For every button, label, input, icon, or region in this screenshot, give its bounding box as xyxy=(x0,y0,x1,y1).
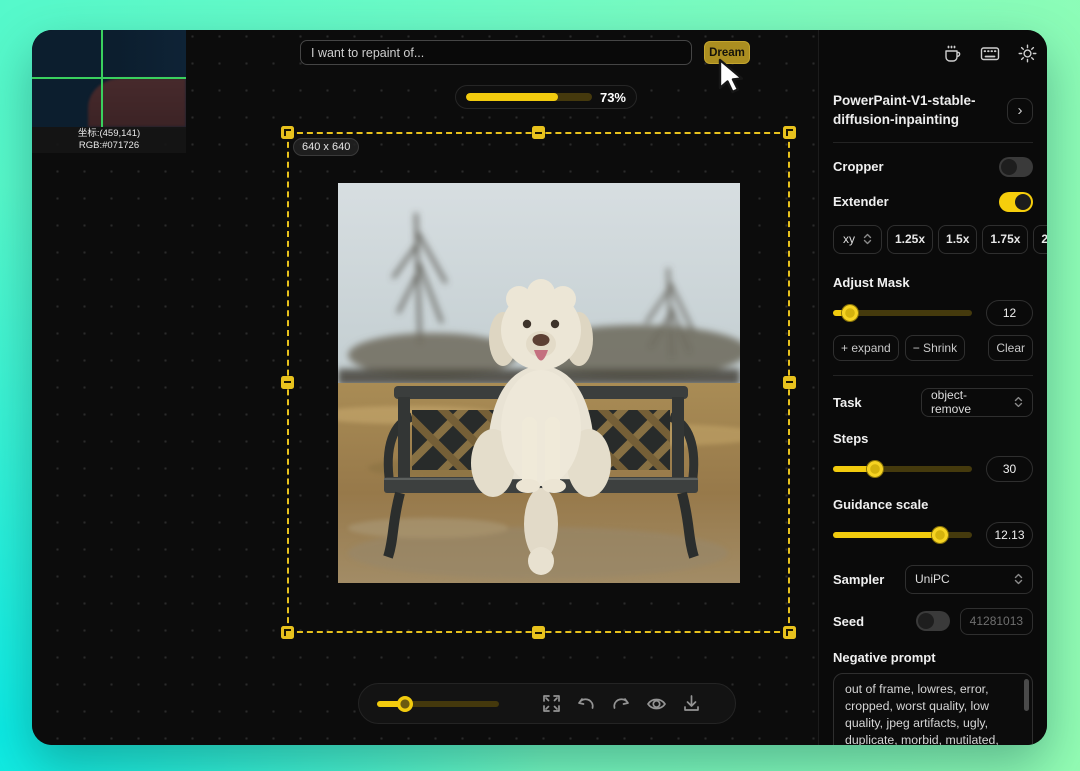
fit-view-icon[interactable] xyxy=(540,693,562,715)
prompt-input[interactable] xyxy=(300,40,692,65)
app-window: Dream 73% 坐标:(459,141) RGB:#071726 640 x… xyxy=(32,30,1047,745)
inspector-coordinate: 坐标:(459,141) xyxy=(78,128,140,140)
negative-prompt-textarea[interactable]: out of frame, lowres, error, cropped, wo… xyxy=(833,673,1033,745)
task-label: Task xyxy=(833,395,862,410)
scale-option-1.5x[interactable]: 1.5x xyxy=(938,225,977,254)
pixel-inspector-magnifier xyxy=(32,30,186,127)
coffee-icon[interactable] xyxy=(942,43,963,69)
guidance-scale-value[interactable]: 12.13 xyxy=(986,522,1033,548)
guidance-scale-slider[interactable] xyxy=(833,532,972,538)
show-original-icon[interactable] xyxy=(645,693,667,715)
zoom-slider-knob[interactable] xyxy=(397,696,413,712)
task-select[interactable]: object-remove xyxy=(921,388,1033,417)
scrollbar-thumb[interactable] xyxy=(1024,679,1029,711)
settings-sidebar: PowerPaint-V1-stable-diffusion-inpaintin… xyxy=(818,30,1047,745)
progress-fill xyxy=(466,93,558,101)
sampler-select[interactable]: UniPC xyxy=(905,565,1033,594)
crosshair-horizontal xyxy=(32,77,186,79)
keyboard-shortcuts-icon[interactable] xyxy=(979,43,1001,69)
extender-toggle[interactable] xyxy=(999,192,1033,212)
scale-option-1.25x[interactable]: 1.25x xyxy=(887,225,933,254)
guidance-slider-knob[interactable] xyxy=(932,527,948,543)
inspector-rgb: RGB:#071726 xyxy=(79,140,139,152)
seed-toggle[interactable] xyxy=(916,611,950,631)
mask-kernel-slider[interactable] xyxy=(833,310,972,316)
steps-slider-knob[interactable] xyxy=(867,461,883,477)
extender-axis-select[interactable]: xy xyxy=(833,225,882,254)
cropper-label: Cropper xyxy=(833,159,884,174)
mask-clear-button[interactable]: Clear xyxy=(988,335,1033,361)
negative-prompt-label: Negative prompt xyxy=(833,650,1033,665)
steps-value[interactable]: 30 xyxy=(986,456,1033,482)
settings-gear-icon[interactable] xyxy=(1017,43,1038,69)
pixel-inspector: 坐标:(459,141) RGB:#071726 xyxy=(32,30,186,153)
editor-canvas[interactable]: Dream 73% 坐标:(459,141) RGB:#071726 640 x… xyxy=(32,30,818,745)
undo-icon[interactable] xyxy=(575,693,597,715)
resize-handle-top-center[interactable] xyxy=(532,126,545,139)
resize-handle-bottom-center[interactable] xyxy=(532,626,545,639)
model-name: PowerPaint-V1-stable-diffusion-inpaintin… xyxy=(833,92,1001,130)
seed-value[interactable]: 41281013 xyxy=(960,608,1033,635)
mask-shrink-button[interactable]: − Shrink xyxy=(905,335,965,361)
dream-button[interactable]: Dream xyxy=(704,41,750,64)
divider xyxy=(833,142,1033,143)
seed-label: Seed xyxy=(833,614,864,629)
resize-handle-bottom-left[interactable] xyxy=(281,626,294,639)
zoom-slider[interactable] xyxy=(377,701,499,707)
cropper-toggle[interactable] xyxy=(999,157,1033,177)
collapse-sidebar-button[interactable]: › xyxy=(1007,98,1033,124)
mask-slider-knob[interactable] xyxy=(842,305,858,321)
mask-expand-button[interactable]: + expand xyxy=(833,335,899,361)
resize-handle-middle-left[interactable] xyxy=(281,376,294,389)
selection-size-label: 640 x 640 xyxy=(293,138,359,156)
resize-handle-middle-right[interactable] xyxy=(783,376,796,389)
resize-handle-top-left[interactable] xyxy=(281,126,294,139)
steps-slider[interactable] xyxy=(833,466,972,472)
scale-option-2.0x[interactable]: 2.0x xyxy=(1033,225,1047,254)
scale-option-1.75x[interactable]: 1.75x xyxy=(982,225,1028,254)
extender-label: Extender xyxy=(833,194,889,209)
edited-image-dog-on-bench[interactable] xyxy=(338,183,740,583)
progress-label: 73% xyxy=(600,90,626,105)
adjust-mask-label: Adjust Mask xyxy=(833,275,1033,290)
progress-track xyxy=(466,93,592,101)
download-icon[interactable] xyxy=(680,693,702,715)
resize-handle-top-right[interactable] xyxy=(783,126,796,139)
guidance-scale-label: Guidance scale xyxy=(833,497,1033,512)
steps-label: Steps xyxy=(833,431,1033,446)
viewer-toolbar xyxy=(358,683,736,724)
zoom-slider-fill xyxy=(377,701,404,707)
progress-bar: 73% xyxy=(455,85,637,109)
redo-icon[interactable] xyxy=(610,693,632,715)
sampler-label: Sampler xyxy=(833,572,884,587)
mask-kernel-value[interactable]: 12 xyxy=(986,300,1033,326)
resize-handle-bottom-right[interactable] xyxy=(783,626,796,639)
